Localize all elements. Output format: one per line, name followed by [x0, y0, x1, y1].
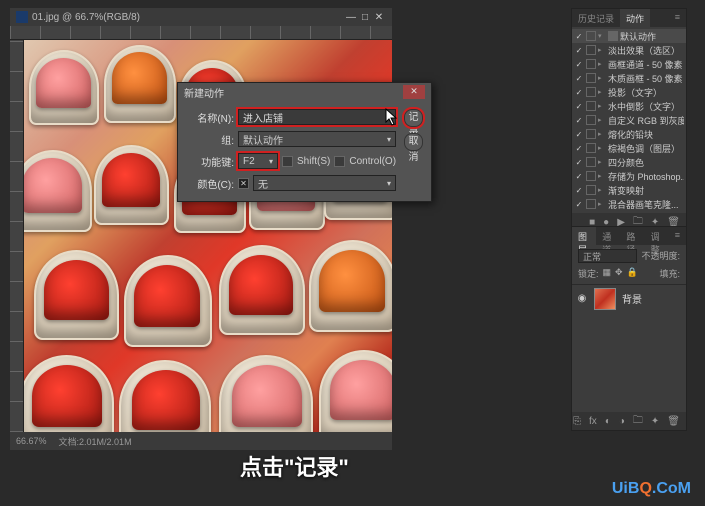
blend-mode-select[interactable]: 正常: [578, 249, 637, 263]
layers-panel-tabs: 图层 通道 路径 调整 ≡: [572, 227, 686, 245]
panel-menu-icon[interactable]: ≡: [669, 227, 686, 245]
tab-paths[interactable]: 路径: [620, 227, 644, 245]
fkey-label: 功能键:: [186, 154, 234, 169]
action-item[interactable]: 画框通道 - 50 像素: [608, 58, 684, 71]
lock-position-icon[interactable]: ✥: [615, 267, 623, 280]
action-item[interactable]: 投影（文字）: [608, 86, 684, 99]
watermark: UiBQ.CoM: [612, 480, 691, 498]
ctrl-checkbox[interactable]: [334, 156, 345, 167]
action-item[interactable]: 渐变映射: [608, 184, 684, 197]
action-item[interactable]: 熔化的铅块: [608, 128, 684, 141]
record-button[interactable]: 记录: [404, 109, 423, 127]
folder-icon: [608, 31, 618, 41]
maximize-icon[interactable]: □: [358, 12, 372, 23]
shift-checkbox[interactable]: [282, 156, 293, 167]
tab-layers[interactable]: 图层: [572, 227, 596, 245]
cursor-icon: [385, 108, 399, 126]
adjustment-icon[interactable]: ◑: [619, 416, 625, 427]
tab-adjust[interactable]: 调整: [645, 227, 669, 245]
document-window: 01.jpg @ 66.7%(RGB/8) — □ ✕: [10, 8, 392, 450]
trash-icon[interactable]: 🗑: [667, 416, 680, 427]
action-set-name[interactable]: 默认动作: [620, 30, 684, 43]
zoom-level[interactable]: 66.67%: [16, 436, 47, 446]
layers-panel: 图层 通道 路径 调整 ≡ 正常 不透明度: 锁定: ▦ ✥ 🔒 填充: ◉ 背…: [571, 226, 687, 431]
action-item[interactable]: 存储为 Photoshop...: [608, 170, 684, 183]
tab-history[interactable]: 历史记录: [572, 9, 620, 27]
fx-icon[interactable]: fx: [589, 416, 597, 427]
new-action-dialog: 新建动作 ✕ 名称(N): 进入店铺 组: 默认动作 功能键: F2 Shift…: [177, 82, 432, 202]
actions-list[interactable]: ✓▾默认动作 ✓▸淡出效果（选区） ✓▸画框通道 - 50 像素 ✓▸木质画框 …: [572, 27, 686, 213]
action-item[interactable]: 混合器画笔克隆...: [608, 198, 684, 211]
ctrl-label: Control(O): [349, 156, 396, 167]
set-label: 组:: [186, 132, 234, 147]
action-item[interactable]: 水中倒影（文字）: [608, 100, 684, 113]
function-key-select[interactable]: F2: [238, 153, 278, 169]
status-bar: 66.67% 文档:2.01M/2.01M: [10, 432, 392, 450]
doc-size: 文档:2.01M/2.01M: [59, 435, 132, 448]
opacity-label: 不透明度:: [641, 249, 680, 263]
lock-label: 锁定:: [578, 267, 599, 280]
instruction-caption: 点击"记录": [240, 450, 349, 482]
color-swatch: ✕: [238, 178, 249, 189]
layer-name[interactable]: 背景: [622, 291, 642, 306]
layer-row[interactable]: ◉ 背景: [572, 284, 686, 312]
link-icon[interactable]: ⎘: [573, 416, 581, 427]
name-label: 名称(N):: [186, 110, 234, 125]
dialog-close-icon[interactable]: ✕: [403, 85, 425, 99]
tab-actions[interactable]: 动作: [620, 9, 650, 27]
shift-label: Shift(S): [297, 156, 330, 167]
action-item[interactable]: 自定义 RGB 到灰度: [608, 114, 684, 127]
ruler-horizontal[interactable]: [10, 26, 392, 40]
minimize-icon[interactable]: —: [344, 12, 358, 23]
actions-panel: 历史记录 动作 ≡ ✓▾默认动作 ✓▸淡出效果（选区） ✓▸画框通道 - 50 …: [571, 8, 687, 232]
visibility-icon[interactable]: ◉: [576, 293, 588, 304]
mask-icon[interactable]: ◐: [605, 416, 611, 427]
action-set-select[interactable]: 默认动作: [238, 131, 396, 147]
action-item[interactable]: 四分颜色: [608, 156, 684, 169]
tab-channels[interactable]: 通道: [596, 227, 620, 245]
ruler-vertical[interactable]: [10, 40, 24, 432]
new-layer-icon[interactable]: ✦: [651, 416, 659, 427]
cancel-button[interactable]: 取消: [404, 133, 423, 151]
document-title: 01.jpg @ 66.7%(RGB/8): [32, 12, 140, 23]
action-item[interactable]: 淡出效果（选区）: [608, 44, 684, 57]
color-label: 颜色(C):: [186, 176, 234, 191]
ps-icon: [16, 11, 28, 23]
lock-pixels-icon[interactable]: ▦: [603, 267, 612, 280]
modal-toggle[interactable]: [586, 31, 596, 41]
action-item[interactable]: 木质画框 - 50 像素: [608, 72, 684, 85]
color-select[interactable]: 无: [253, 175, 396, 191]
dialog-titlebar[interactable]: 新建动作 ✕: [178, 83, 431, 101]
action-item[interactable]: 棕褐色调（图层）: [608, 142, 684, 155]
fill-label: 填充:: [659, 267, 680, 280]
panel-menu-icon[interactable]: ≡: [669, 9, 686, 27]
layer-thumbnail[interactable]: [594, 288, 616, 310]
layers-panel-footer: ⎘ fx ◐ ◑ 🗀 ✦ 🗑: [572, 412, 686, 430]
action-name-input[interactable]: 进入店铺: [238, 109, 396, 125]
lock-all-icon[interactable]: 🔒: [627, 267, 638, 280]
dialog-title: 新建动作: [184, 85, 224, 100]
document-titlebar[interactable]: 01.jpg @ 66.7%(RGB/8) — □ ✕: [10, 8, 392, 26]
group-icon[interactable]: 🗀: [633, 413, 643, 430]
actions-panel-tabs: 历史记录 动作 ≡: [572, 9, 686, 27]
close-icon[interactable]: ✕: [372, 12, 386, 23]
